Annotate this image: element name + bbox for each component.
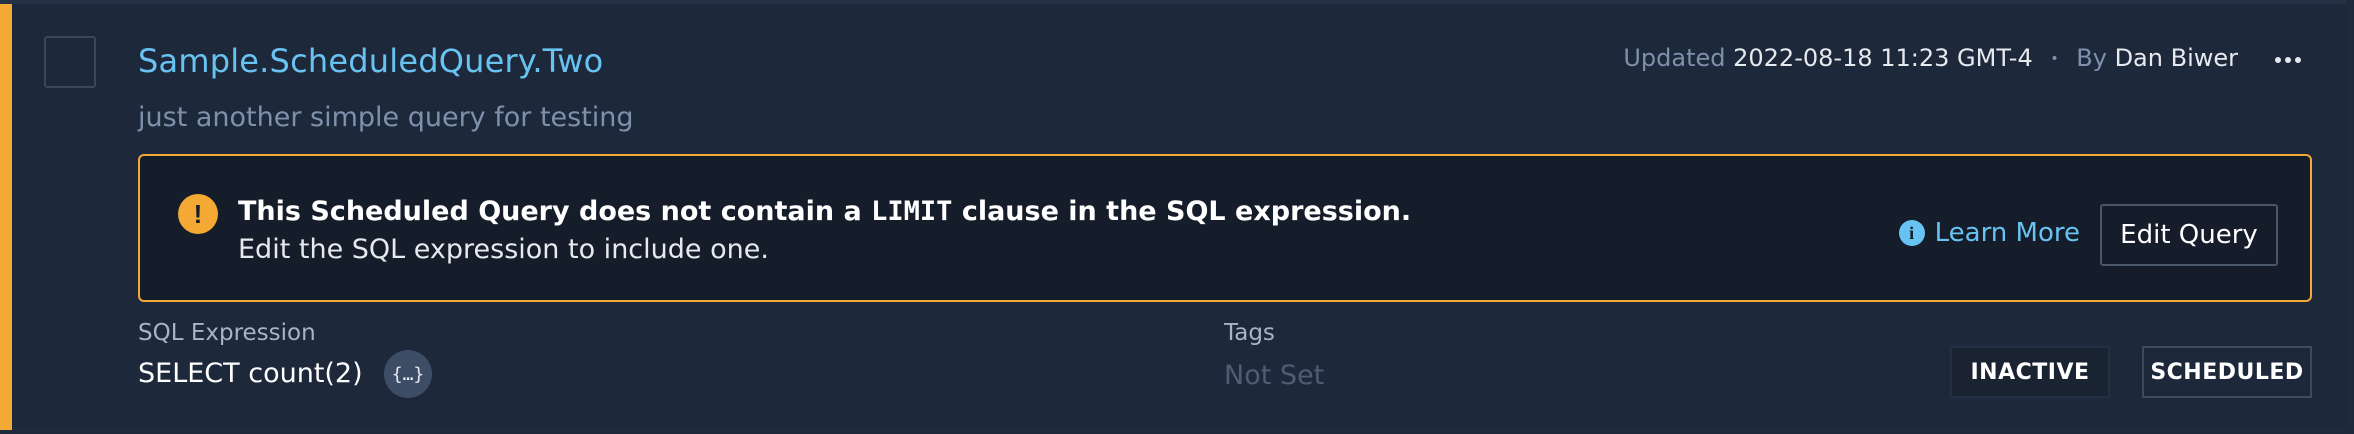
scheduled-query-card: Sample.ScheduledQuery.Two just another s…	[0, 0, 2346, 430]
tags-value: Not Set	[1224, 360, 1325, 391]
dot	[2285, 57, 2291, 63]
type-badge: SCHEDULED	[2142, 346, 2312, 398]
by-label: By	[2076, 44, 2107, 72]
sql-expression-value: SELECT count(2)	[138, 358, 363, 389]
warning-text-before: This Scheduled Query does not contain a	[238, 196, 872, 227]
query-meta: Updated 2022-08-18 11:23 GMT-4 • By Dan …	[1623, 44, 2238, 72]
query-description: just another simple query for testing	[138, 102, 634, 133]
limit-warning-banner: ! This Scheduled Query does not contain …	[138, 154, 2312, 302]
status-badge: INACTIVE	[1950, 346, 2110, 398]
select-checkbox[interactable]	[44, 36, 96, 88]
more-horizontal-icon[interactable]	[2268, 46, 2308, 74]
updated-label: Updated	[1623, 44, 1726, 72]
code-braces-icon[interactable]: {…}	[384, 350, 432, 398]
author-name: Dan Biwer	[2114, 44, 2238, 72]
tags-label: Tags	[1224, 320, 1275, 346]
warning-message: This Scheduled Query does not contain a …	[238, 196, 1411, 227]
sql-expression-label: SQL Expression	[138, 320, 316, 346]
warning-hint: Edit the SQL expression to include one.	[238, 234, 769, 265]
warning-code: LIMIT	[871, 196, 953, 227]
learn-more-link[interactable]: i Learn More	[1898, 218, 2080, 248]
warning-accent-bar	[0, 4, 12, 430]
warning-text-after: clause in the SQL expression.	[952, 196, 1412, 227]
edit-query-button[interactable]: Edit Query	[2100, 204, 2278, 266]
query-title[interactable]: Sample.ScheduledQuery.Two	[138, 42, 603, 80]
dot	[2295, 57, 2301, 63]
learn-more-label: Learn More	[1934, 218, 2080, 248]
meta-separator: •	[2050, 51, 2059, 67]
info-icon: i	[1898, 220, 1925, 246]
warning-icon: !	[178, 194, 218, 234]
updated-value: 2022-08-18 11:23 GMT-4	[1733, 44, 2033, 72]
dot	[2275, 57, 2281, 63]
